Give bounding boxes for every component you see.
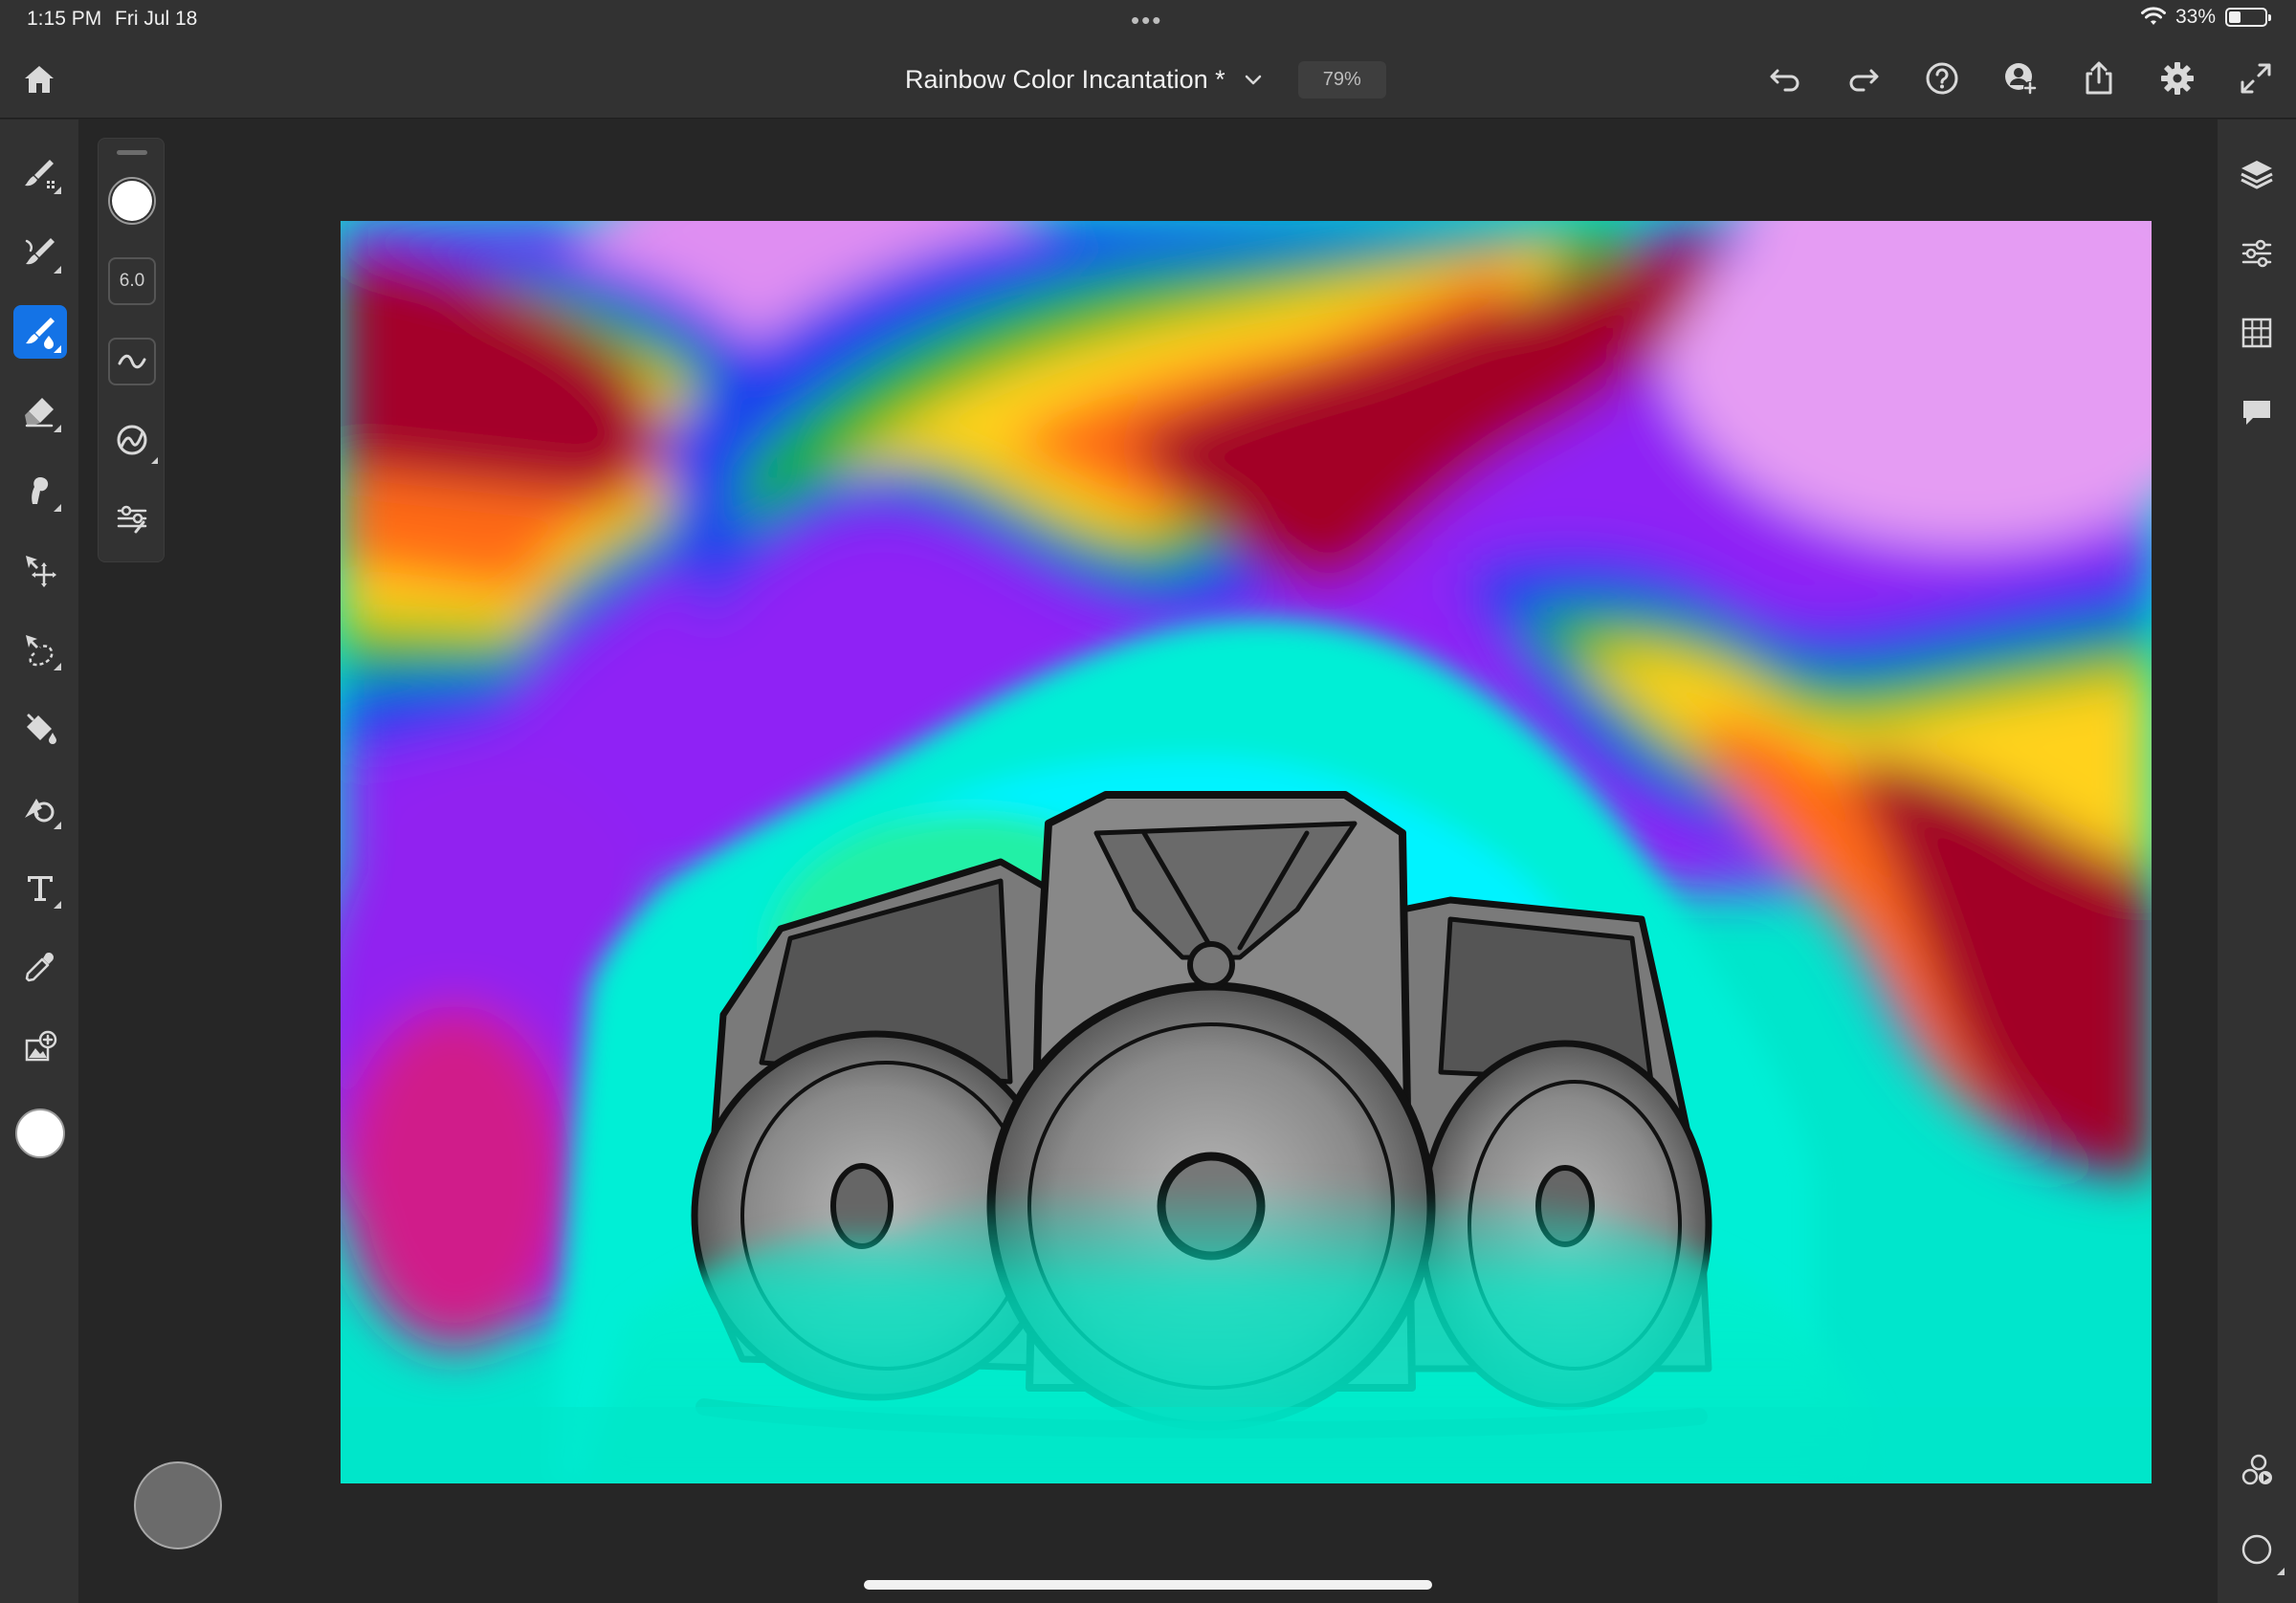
move-tool[interactable]	[13, 543, 67, 597]
document-title-group[interactable]: Rainbow Color Incantation * 79%	[905, 61, 1386, 99]
flow-button[interactable]	[108, 338, 156, 385]
brush-settings-panel: 6.0	[98, 138, 165, 562]
layer-properties-button[interactable]	[2235, 231, 2279, 275]
battery-icon	[2225, 8, 2271, 27]
move-icon	[26, 556, 56, 587]
artwork-painting	[341, 221, 2152, 1483]
brush-settings-button[interactable]	[108, 494, 156, 542]
invite-button[interactable]	[1999, 57, 2042, 99]
comments-icon	[2243, 401, 2270, 425]
eyedropper-icon	[25, 953, 54, 982]
touch-shortcut-button[interactable]	[2235, 1527, 2285, 1575]
top-actions	[1764, 57, 2277, 99]
redo-icon	[1849, 69, 1879, 92]
invite-icon	[2005, 63, 2037, 95]
grid-icon	[2241, 318, 2272, 348]
comments-button[interactable]	[2235, 390, 2279, 434]
fullscreen-icon	[2241, 63, 2271, 94]
status-time: 1:15 PM	[27, 8, 102, 30]
left-tool-rail	[0, 120, 78, 1603]
status-bar: 1:15 PM Fri Jul 18 ••• 33%	[0, 0, 2296, 38]
settings-button[interactable]	[2156, 57, 2198, 99]
multitask-dots[interactable]: •••	[1131, 6, 1162, 35]
settings-icon	[2161, 62, 2194, 95]
place-image-tool[interactable]	[13, 1020, 67, 1073]
pixel-brush-tool[interactable]	[13, 226, 67, 279]
live-brush-tool[interactable]	[13, 305, 67, 359]
selection-tool[interactable]	[13, 623, 67, 676]
panel-grip[interactable]	[117, 150, 147, 155]
share-icon	[2086, 61, 2112, 95]
status-right: 33%	[2140, 6, 2271, 29]
fresco-app: 1:15 PM Fri Jul 18 ••• 33% Rainbow Color…	[0, 0, 2296, 1603]
eraser-tool[interactable]	[13, 384, 67, 438]
smoothing-icon	[117, 425, 147, 455]
touch-shortcut-icon	[2241, 1534, 2272, 1565]
smoothing-button[interactable]	[108, 416, 158, 464]
fill-tool[interactable]	[13, 702, 67, 756]
wifi-icon	[2140, 7, 2166, 25]
canvas-area[interactable]	[78, 120, 2218, 1603]
brush-size-value[interactable]: 6.0	[108, 257, 156, 305]
layer-properties-icon	[2241, 239, 2272, 268]
grid-button[interactable]	[2235, 311, 2279, 355]
brush-settings-icon	[117, 505, 147, 534]
layers-button[interactable]	[2235, 152, 2279, 196]
home-button[interactable]	[21, 61, 57, 98]
zoom-level[interactable]: 79%	[1297, 61, 1386, 99]
battery-label: 33%	[2175, 6, 2216, 28]
help-button[interactable]	[1921, 57, 1963, 99]
top-toolbar: Rainbow Color Incantation * 79%	[0, 38, 2296, 119]
chevron-down-icon[interactable]	[1241, 68, 1266, 93]
text-tool[interactable]	[13, 861, 67, 914]
brush-size-preview[interactable]	[108, 177, 156, 225]
home-indicator[interactable]	[864, 1580, 1432, 1590]
status-date: Fri Jul 18	[115, 8, 198, 30]
home-icon	[25, 66, 54, 93]
fullscreen-button[interactable]	[2235, 57, 2277, 99]
fill-icon	[27, 714, 56, 744]
undo-button[interactable]	[1764, 57, 1806, 99]
livestream-button[interactable]	[2235, 1448, 2279, 1492]
artwork-canvas[interactable]	[341, 221, 2152, 1483]
share-button[interactable]	[2078, 57, 2120, 99]
brush-size-icon	[112, 181, 152, 221]
redo-button[interactable]	[1843, 57, 1885, 99]
right-tool-rail	[2218, 120, 2296, 1603]
smudge-tool[interactable]	[13, 464, 67, 517]
battery-level	[2229, 11, 2241, 23]
flow-icon	[118, 354, 146, 369]
place-image-icon	[25, 1030, 57, 1062]
color-swatch[interactable]	[15, 1109, 65, 1158]
livestream-icon	[2241, 1454, 2272, 1485]
paint-brush-tool[interactable]	[13, 146, 67, 200]
layers-icon	[2241, 161, 2273, 189]
shape-tool[interactable]	[13, 781, 67, 835]
eyedropper-tool[interactable]	[13, 940, 67, 994]
document-title[interactable]: Rainbow Color Incantation *	[905, 65, 1225, 95]
help-icon	[1926, 62, 1958, 95]
touch-modifier-button[interactable]	[134, 1461, 222, 1549]
undo-icon	[1770, 69, 1799, 92]
